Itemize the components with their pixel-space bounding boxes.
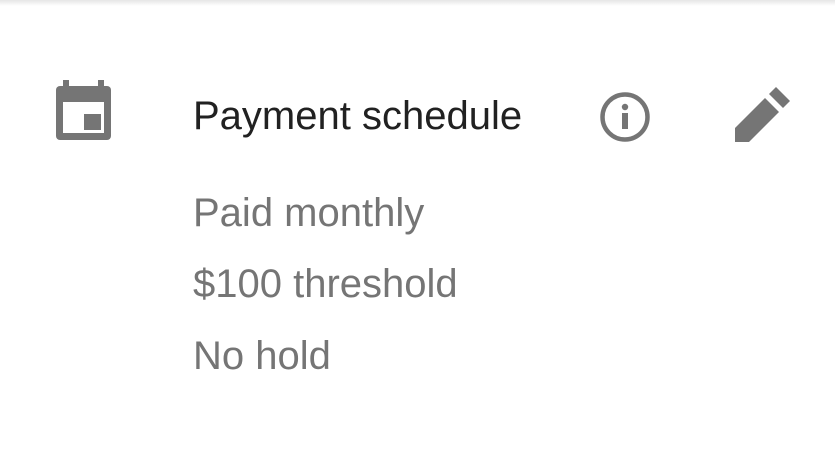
- calendar-icon: [56, 80, 111, 140]
- pencil-icon[interactable]: [733, 84, 793, 144]
- payment-threshold: $100 threshold: [193, 262, 458, 306]
- payment-hold-status: No hold: [193, 334, 331, 378]
- info-icon[interactable]: [598, 90, 652, 144]
- payment-frequency: Paid monthly: [193, 191, 425, 235]
- section-title: Payment schedule: [193, 94, 523, 138]
- payment-schedule-card: Payment schedule Paid monthly $100 thres…: [0, 0, 835, 450]
